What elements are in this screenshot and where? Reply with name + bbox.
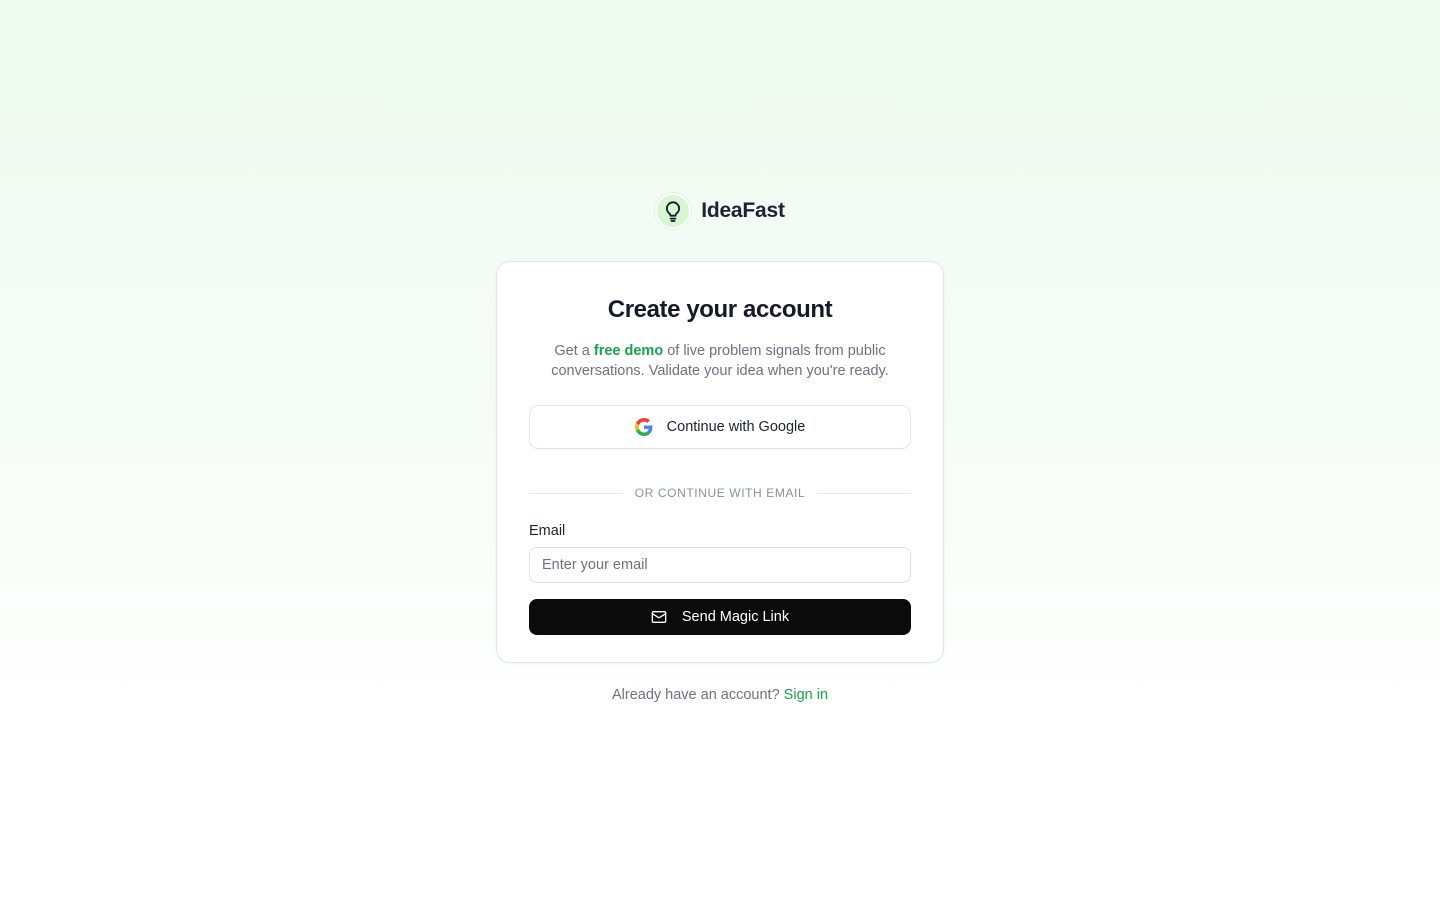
email-label: Email (529, 523, 566, 539)
card-subtitle: Get a free demo of live problem signals … (529, 341, 911, 381)
mail-icon (651, 609, 667, 625)
brand-header: IdeaFast (0, 193, 1440, 229)
signin-prompt: Already have an account? Sign in (0, 687, 1440, 703)
magic-button-label: Send Magic Link (681, 609, 790, 625)
divider-line-left (529, 492, 623, 494)
continue-with-google-button[interactable]: Continue with Google (529, 405, 911, 449)
footer-prompt-text: Already have an account? (611, 687, 784, 703)
divider-text: OR CONTINUE WITH EMAIL (634, 486, 806, 500)
brand-name: IdeaFast (701, 199, 785, 222)
email-field[interactable] (529, 547, 911, 583)
divider-line-right (817, 492, 912, 494)
subtitle-highlight: free demo (593, 343, 664, 359)
google-button-label: Continue with Google (666, 419, 806, 435)
google-icon (634, 418, 653, 436)
signup-card: Create your account Get a free demo of l… (496, 261, 944, 663)
page-title: Create your account (607, 296, 833, 323)
divider: OR CONTINUE WITH EMAIL (529, 486, 912, 500)
lightbulb-icon (655, 193, 692, 229)
subtitle-text-pre: Get a (554, 343, 594, 359)
sign-in-link[interactable]: Sign in (784, 687, 828, 703)
send-magic-link-button[interactable]: Send Magic Link (529, 599, 911, 635)
